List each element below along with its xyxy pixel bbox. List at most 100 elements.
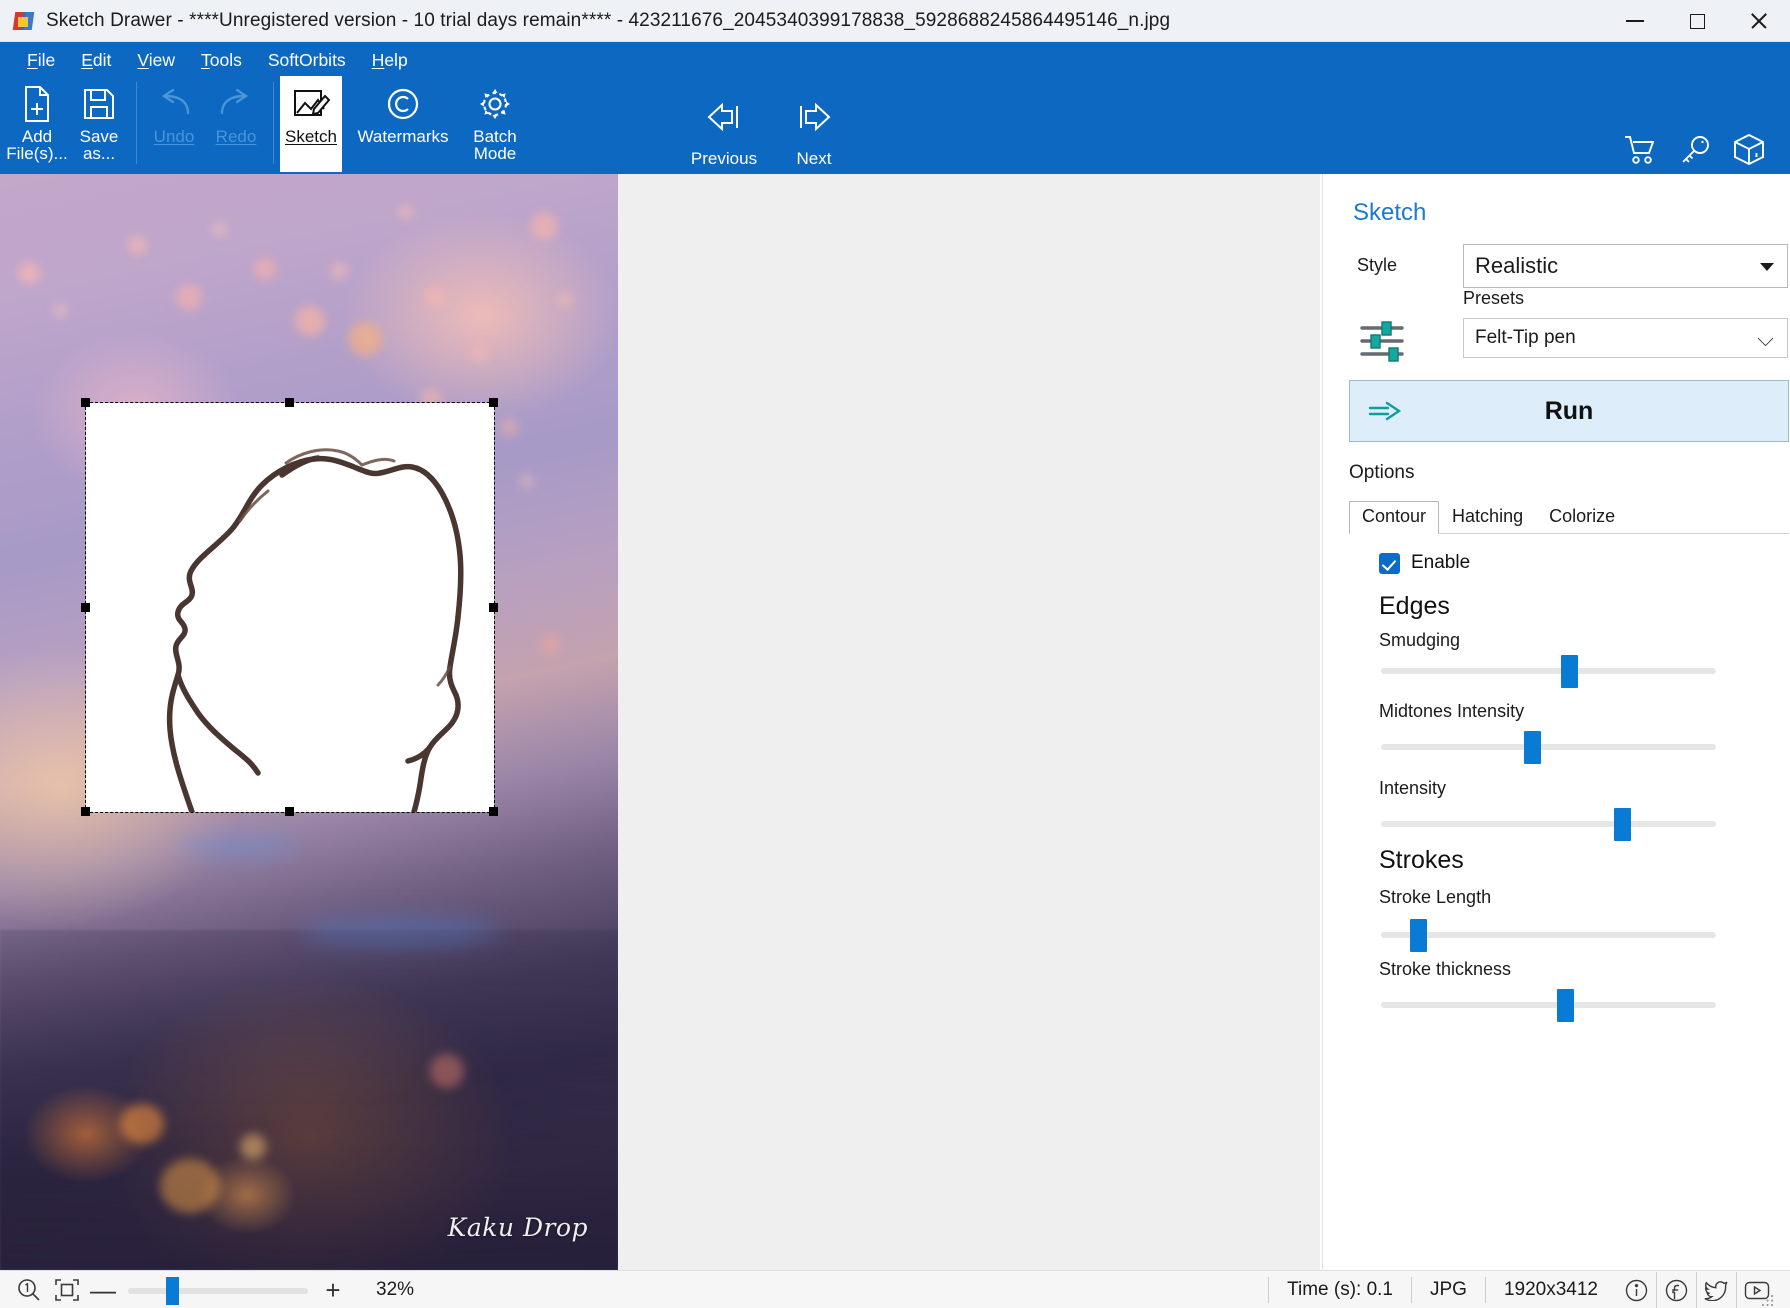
next-button[interactable]: Next xyxy=(780,100,848,169)
close-button[interactable] xyxy=(1728,0,1790,42)
presets-label: Presets xyxy=(1463,288,1525,308)
toolbar-add-files-label: Add File(s)... xyxy=(6,127,68,163)
section-edges-heading: Edges xyxy=(1379,592,1450,620)
ribbon-right-icons xyxy=(1624,133,1764,170)
source-photo[interactable]: Kaku Drop xyxy=(0,174,618,1270)
key-icon[interactable] xyxy=(1680,135,1710,170)
menu-edit-label: dit xyxy=(92,50,112,70)
run-label: Run xyxy=(1544,396,1594,425)
panel-title: Sketch xyxy=(1353,199,1427,226)
toolbar-save-as[interactable]: Save as... xyxy=(68,76,130,172)
toolbar-undo[interactable]: Undo xyxy=(143,76,205,172)
menu-file[interactable]: File xyxy=(14,46,68,76)
style-select[interactable]: Realistic xyxy=(1463,244,1788,288)
selection-handle-w[interactable] xyxy=(81,603,90,612)
zoom-out-button[interactable]: — xyxy=(86,1272,120,1308)
bokeh-dot xyxy=(330,262,348,280)
slider-track xyxy=(1381,932,1716,938)
menu-tools-label: ools xyxy=(209,50,242,70)
selection-handle-n[interactable] xyxy=(285,398,294,407)
style-label: Style xyxy=(1357,255,1398,275)
selection-handle-s[interactable] xyxy=(285,807,294,816)
undo-icon xyxy=(154,84,194,124)
bokeh-dot xyxy=(520,474,534,488)
app-logo-icon xyxy=(12,10,36,32)
menu-view[interactable]: View xyxy=(124,46,188,76)
selection-handle-ne[interactable] xyxy=(489,398,498,407)
canvas-work-area[interactable]: Kaku Drop xyxy=(0,174,1320,1270)
zoom-1to1-icon[interactable] xyxy=(10,1272,48,1308)
zoom-slider[interactable] xyxy=(128,1275,308,1305)
selection-handle-sw[interactable] xyxy=(81,807,90,816)
intensity-slider[interactable] xyxy=(1381,808,1716,841)
midtones-intensity-label: Midtones Intensity xyxy=(1379,701,1525,721)
toolbar-redo[interactable]: Redo xyxy=(205,76,267,172)
sliders-icon xyxy=(1358,319,1406,368)
twitter-icon[interactable] xyxy=(1696,1272,1736,1308)
copyright-icon xyxy=(386,84,420,124)
stroke-thickness-slider[interactable] xyxy=(1381,989,1716,1022)
sketch-line-art xyxy=(166,448,464,812)
box-icon[interactable] xyxy=(1734,133,1764,170)
menu-softorbits[interactable]: SoftOrbits xyxy=(255,46,359,76)
menu-softorbits-label: SoftOrbits xyxy=(267,50,346,70)
tab-colorize[interactable]: Colorize xyxy=(1536,501,1628,533)
presets-select[interactable]: Felt-Tip pen xyxy=(1463,318,1788,358)
selection-handle-se[interactable] xyxy=(489,807,498,816)
arrow-right-icon xyxy=(794,100,834,139)
zoom-in-button[interactable]: + xyxy=(316,1272,350,1308)
chevron-down-icon xyxy=(1757,330,1774,347)
info-icon[interactable] xyxy=(1616,1272,1656,1308)
toolbar-watermarks-label: Watermarks xyxy=(357,127,449,146)
menu-tools[interactable]: Tools xyxy=(188,46,255,76)
minimize-icon xyxy=(1626,20,1644,22)
enable-checkbox[interactable] xyxy=(1379,552,1400,574)
previous-button[interactable]: Previous xyxy=(690,100,758,169)
bokeh-dot xyxy=(128,236,147,255)
slider-thumb[interactable] xyxy=(1560,655,1578,688)
selection-handle-nw[interactable] xyxy=(81,398,90,407)
bokeh-dot xyxy=(470,344,488,362)
options-tabs: Contour Hatching Colorize xyxy=(1349,501,1789,534)
sketch-options-panel: Sketch Style Realistic Presets Felt-Tip … xyxy=(1322,174,1790,1270)
tab-contour[interactable]: Contour xyxy=(1349,501,1440,534)
slider-thumb[interactable] xyxy=(1409,919,1427,952)
presets-value: Felt-Tip pen xyxy=(1475,327,1576,348)
menu-edit[interactable]: Edit xyxy=(68,46,124,76)
status-bar: — + 32% Time (s): 0.1 JPG 1920x3412 xyxy=(0,1270,1790,1308)
toolbar-watermarks[interactable]: Watermarks xyxy=(342,76,464,172)
menu-bar: File Edit View Tools SoftOrbits Help xyxy=(14,46,421,76)
menu-help[interactable]: Help xyxy=(359,46,421,76)
slider-track xyxy=(1381,744,1716,750)
slider-thumb[interactable] xyxy=(1557,989,1575,1022)
minimize-button[interactable] xyxy=(1604,0,1666,42)
toolbar-batch-mode[interactable]: Batch Mode xyxy=(464,76,526,172)
sketch-preview-selection[interactable] xyxy=(81,398,498,816)
midtones-intensity-slider[interactable] xyxy=(1381,731,1716,764)
cart-icon[interactable] xyxy=(1624,135,1656,170)
maximize-icon xyxy=(1689,13,1705,29)
chevron-down-icon xyxy=(1760,263,1774,271)
smudging-slider[interactable] xyxy=(1381,655,1716,688)
toolbar-sketch-label: Sketch xyxy=(285,127,337,146)
toolbar-batch-mode-label: Batch Mode xyxy=(473,127,517,163)
toolbar-add-files[interactable]: Add File(s)... xyxy=(6,76,68,172)
toolbar-buttons: Add File(s)... Save as... Undo Redo Sket… xyxy=(6,76,526,174)
run-button[interactable]: Run xyxy=(1349,380,1789,442)
stroke-length-slider[interactable] xyxy=(1381,919,1716,952)
fit-to-window-icon[interactable] xyxy=(48,1272,86,1308)
arrow-left-icon xyxy=(704,100,744,139)
toolbar-sketch[interactable]: Sketch xyxy=(280,76,342,172)
previous-label: Previous xyxy=(690,149,758,168)
slider-thumb[interactable] xyxy=(165,1276,179,1305)
facebook-icon[interactable] xyxy=(1656,1272,1696,1308)
enable-checkbox-row[interactable]: Enable xyxy=(1379,552,1470,574)
maximize-button[interactable] xyxy=(1666,0,1728,42)
slider-track xyxy=(1381,1002,1716,1008)
selection-handle-e[interactable] xyxy=(489,603,498,612)
resize-grip[interactable] xyxy=(1760,1293,1774,1307)
slider-thumb[interactable] xyxy=(1523,731,1541,764)
slider-track xyxy=(1381,668,1716,674)
slider-thumb[interactable] xyxy=(1614,808,1632,841)
tab-hatching[interactable]: Hatching xyxy=(1439,501,1536,533)
